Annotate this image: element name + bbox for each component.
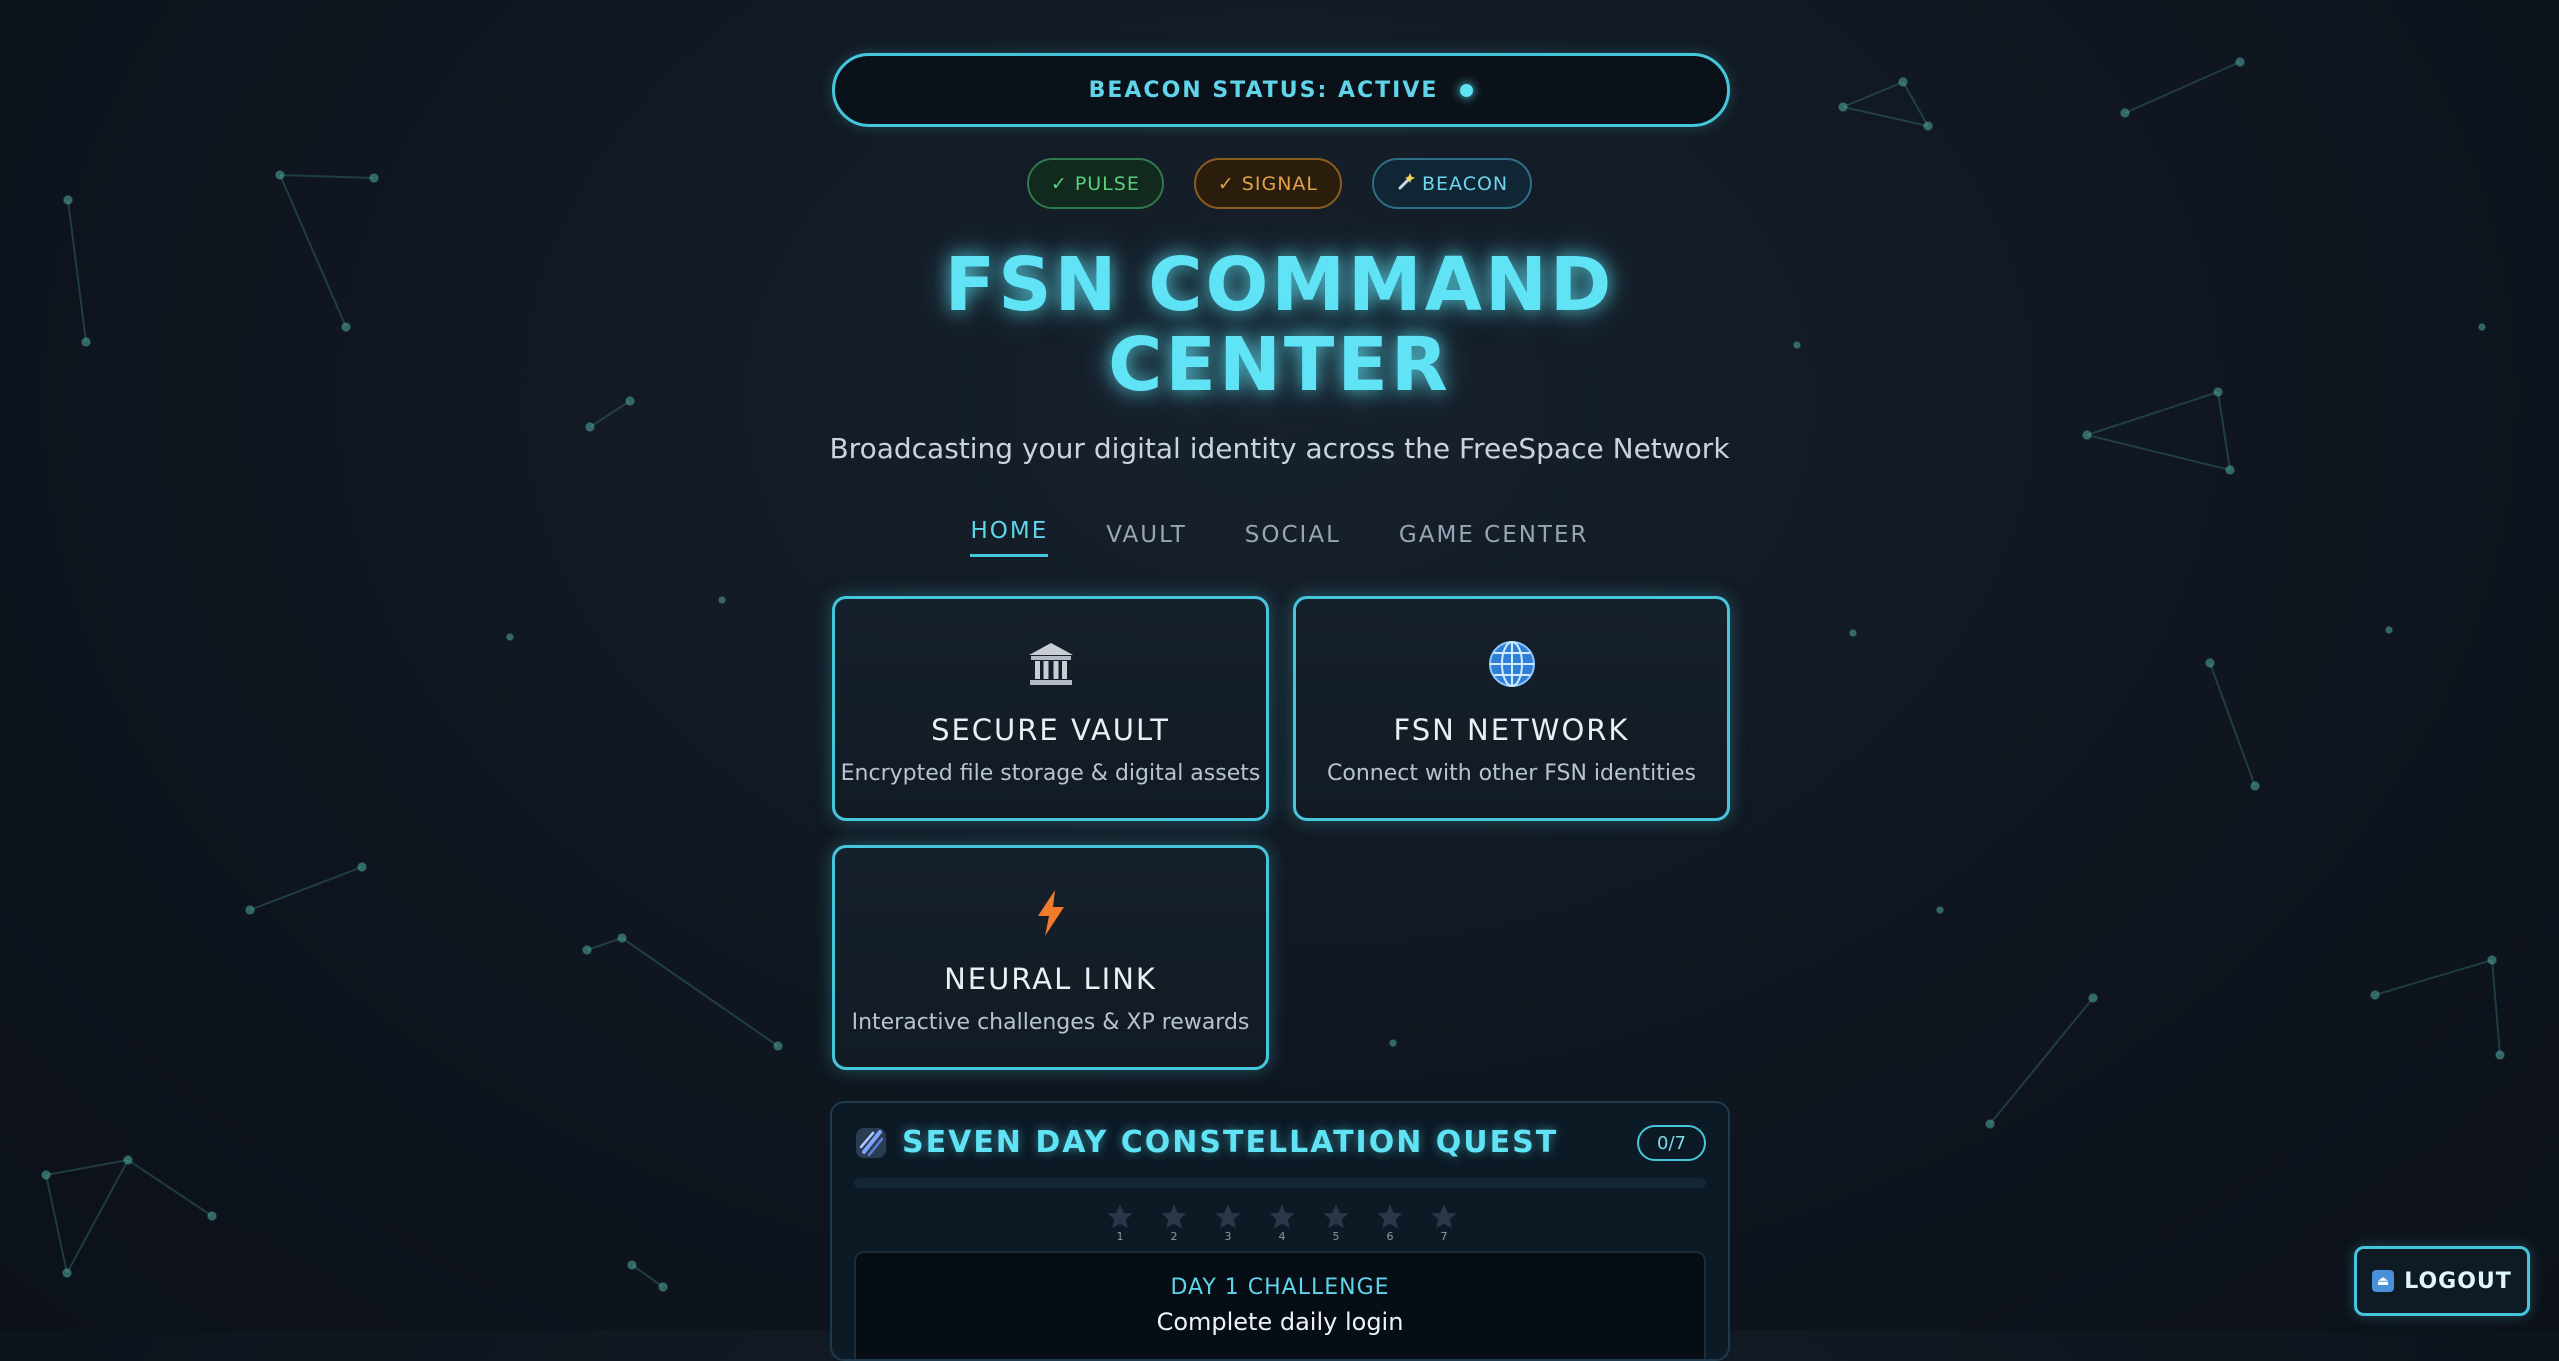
logout-button[interactable]: ⏏ LOGOUT	[2354, 1246, 2530, 1316]
tab-vault[interactable]: VAULT	[1106, 522, 1187, 561]
card-title: FSN NETWORK	[1393, 713, 1630, 747]
daily-challenge-box: DAY 1 CHALLENGE Complete daily login	[854, 1251, 1706, 1359]
page-subtitle: Broadcasting your digital identity acros…	[829, 432, 1730, 465]
quest-header: SEVEN DAY CONSTELLATION QUEST	[854, 1125, 1558, 1160]
challenge-description: Complete daily login	[1156, 1308, 1404, 1336]
wand-icon	[1396, 171, 1416, 196]
star-icon	[1107, 1204, 1133, 1229]
day-star-number: 6	[1386, 1230, 1394, 1243]
page-title: FSN COMMAND CENTER	[0, 245, 2559, 405]
star-icon	[1161, 1204, 1187, 1229]
card-title: SECURE VAULT	[931, 713, 1170, 747]
status-dot-icon	[1460, 83, 1474, 97]
logout-label: LOGOUT	[2404, 1268, 2512, 1294]
neural-link-card[interactable]: NEURAL LINK Interactive challenges & XP …	[832, 845, 1269, 1070]
star-icon	[1215, 1204, 1241, 1229]
tab-game-center[interactable]: GAME CENTER	[1399, 522, 1589, 561]
card-description: Encrypted file storage & digital assets	[840, 761, 1261, 786]
globe-icon	[1485, 637, 1539, 691]
signal-pill: ✓ SIGNAL	[1193, 158, 1342, 209]
beacon-pill-label: BEACON	[1422, 172, 1509, 195]
logout-icon: ⏏	[2372, 1270, 2395, 1292]
constellation-quest-panel: SEVEN DAY CONSTELLATION QUEST 0/7 1 2 3 …	[830, 1101, 1730, 1361]
star-icon	[1431, 1204, 1457, 1229]
main-nav: HOME VAULT SOCIAL GAME CENTER	[0, 518, 2559, 561]
day-star-number: 5	[1332, 1230, 1340, 1243]
beacon-status-bar: BEACON STATUS: ACTIVE	[832, 53, 1730, 127]
quest-day-stars: 1 2 3 4 5 6 7	[832, 1202, 1728, 1243]
tab-home[interactable]: HOME	[970, 518, 1049, 557]
pulse-pill: ✓ PULSE	[1026, 158, 1164, 209]
day-star-number: 4	[1278, 1230, 1286, 1243]
day-star-number: 7	[1440, 1230, 1448, 1243]
card-description: Connect with other FSN identities	[1327, 761, 1696, 786]
day-star-number: 2	[1170, 1230, 1178, 1243]
star-icon	[1269, 1204, 1295, 1229]
day-star-5[interactable]: 5	[1320, 1202, 1352, 1243]
day-star-1[interactable]: 1	[1104, 1202, 1136, 1243]
day-star-6[interactable]: 6	[1374, 1202, 1406, 1243]
card-description: Interactive challenges & XP rewards	[851, 1010, 1250, 1035]
page-title-line-1: FSN COMMAND	[944, 242, 1615, 328]
comet-icon	[854, 1126, 888, 1160]
secure-vault-card[interactable]: SECURE VAULT Encrypted file storage & di…	[832, 596, 1269, 821]
star-icon	[1377, 1204, 1403, 1229]
beacon-pill: BEACON	[1372, 158, 1533, 209]
page-title-line-2: CENTER	[1108, 322, 1451, 408]
lightning-icon	[1024, 886, 1078, 940]
day-star-3[interactable]: 3	[1212, 1202, 1244, 1243]
quest-progress-badge: 0/7	[1637, 1125, 1706, 1161]
challenge-day-label: DAY 1 CHALLENGE	[1170, 1275, 1390, 1300]
day-star-number: 3	[1224, 1230, 1232, 1243]
command-center-page: BEACON STATUS: ACTIVE ✓ PULSE ✓ SIGNAL B…	[0, 0, 2559, 1361]
day-star-number: 1	[1116, 1230, 1124, 1243]
day-star-2[interactable]: 2	[1158, 1202, 1190, 1243]
tab-social[interactable]: SOCIAL	[1245, 522, 1341, 561]
day-star-7[interactable]: 7	[1428, 1202, 1460, 1243]
beacon-status-text: BEACON STATUS: ACTIVE	[1088, 77, 1439, 103]
status-pills: ✓ PULSE ✓ SIGNAL BEACON	[0, 158, 2559, 209]
card-title: NEURAL LINK	[944, 962, 1157, 996]
signal-pill-label: ✓ SIGNAL	[1217, 172, 1318, 195]
bank-icon	[1024, 637, 1078, 691]
pulse-pill-label: ✓ PULSE	[1050, 172, 1140, 195]
star-icon	[1323, 1204, 1349, 1229]
day-star-4[interactable]: 4	[1266, 1202, 1298, 1243]
fsn-network-card[interactable]: FSN NETWORK Connect with other FSN ident…	[1293, 596, 1730, 821]
quest-progress-bar	[854, 1178, 1706, 1188]
quest-title: SEVEN DAY CONSTELLATION QUEST	[902, 1125, 1559, 1160]
